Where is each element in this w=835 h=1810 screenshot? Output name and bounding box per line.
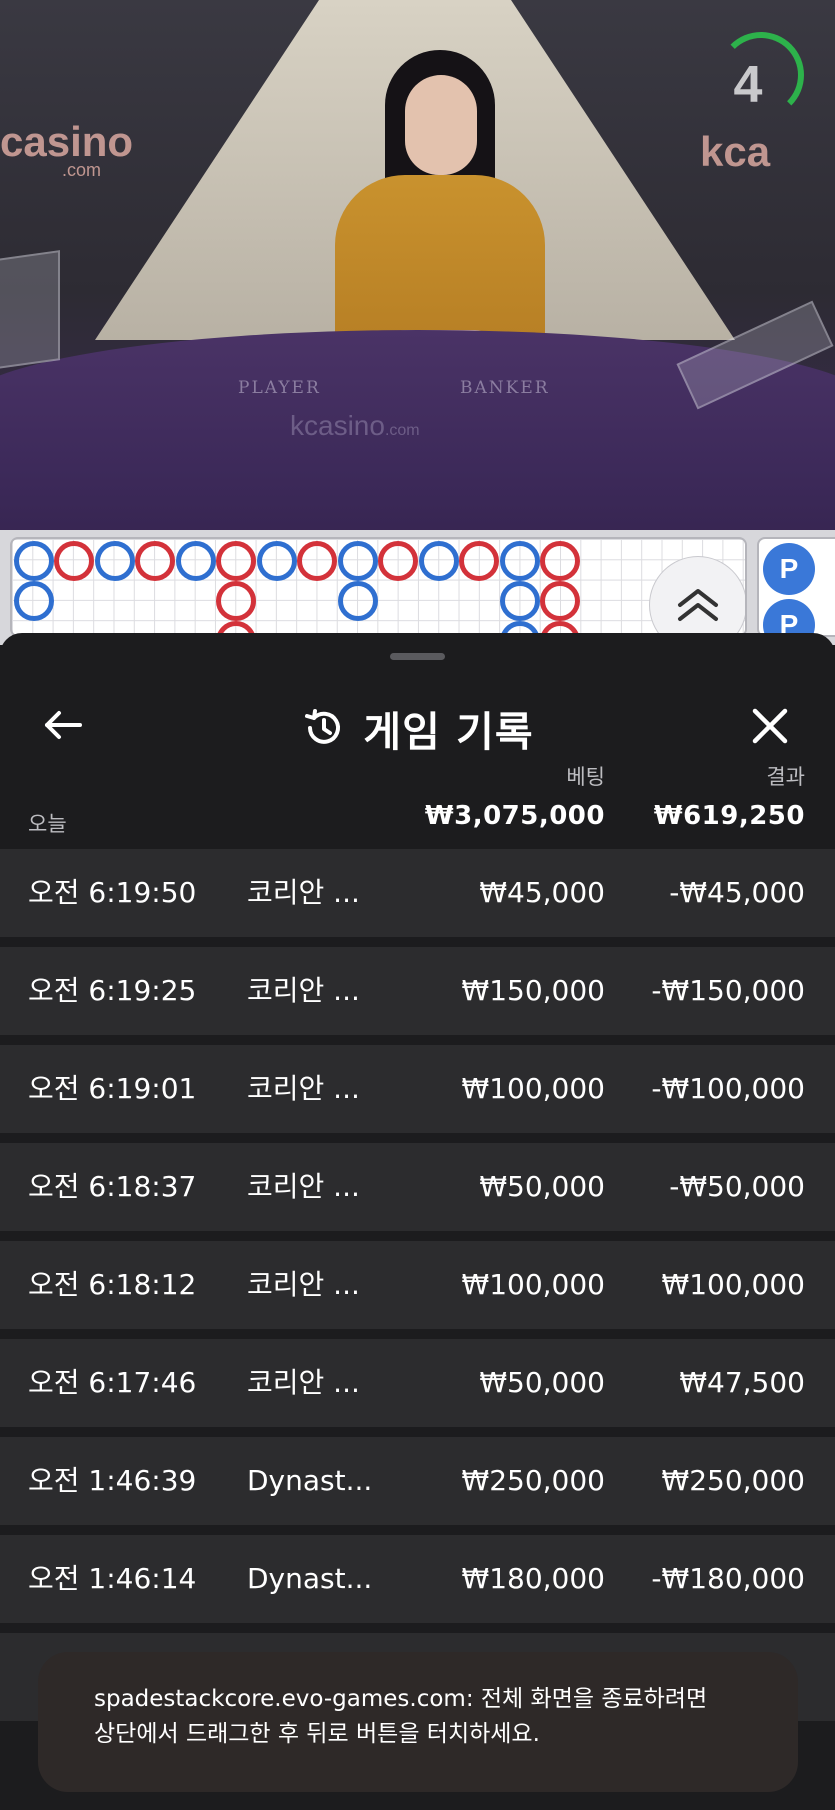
history-row[interactable]: 오전 6:19:01 코리안 ... ₩100,000 -₩100,000 <box>0 1045 835 1133</box>
road-bead-player <box>257 541 297 581</box>
result-column-header: 결과 <box>766 765 805 789</box>
game-history-sheet: 게임 기록 베팅 결과 오늘 ₩3,075,000 ₩619,250 오전 6:… <box>0 633 835 1810</box>
road-bead-player <box>176 541 216 581</box>
road-bead-player <box>14 541 54 581</box>
row-bet: ₩250,000 <box>461 1464 605 1497</box>
toast-line-1: spadestackcore.evo-games.com: 전체 화면을 종료하… <box>94 1686 708 1712</box>
road-bead-banker <box>378 541 418 581</box>
bead-player-chip: P <box>763 599 815 635</box>
row-result: -₩45,000 <box>669 876 805 909</box>
road-bead-player <box>14 581 54 621</box>
road-bead-banker <box>297 541 337 581</box>
screen: casino .com kca PLAYER BANKER kcasino.co… <box>0 0 835 1810</box>
table-brand-name: kcasino <box>290 410 385 441</box>
history-row[interactable]: 오전 6:17:46 코리안 ... ₩50,000 ₩47,500 <box>0 1339 835 1427</box>
row-game: 코리안 ... <box>247 876 360 909</box>
dealer <box>335 50 545 390</box>
history-row[interactable]: 오전 1:46:39 Dynast... ₩250,000 ₩250,000 <box>0 1437 835 1525</box>
fullscreen-exit-toast: spadestackcore.evo-games.com: 전체 화면을 종료하… <box>38 1652 798 1792</box>
title-group: 게임 기록 <box>0 678 835 778</box>
row-time: 오전 6:17:46 <box>28 1366 197 1399</box>
row-time: 오전 6:19:25 <box>28 974 197 1007</box>
close-button[interactable] <box>744 700 796 752</box>
bet-column-header: 베팅 <box>566 765 605 789</box>
row-time: 오전 6:18:37 <box>28 1170 197 1203</box>
row-result: ₩100,000 <box>661 1268 805 1301</box>
countdown-timer: 4 <box>733 56 763 114</box>
row-game: 코리안 ... <box>247 1072 360 1105</box>
expand-roadmap-button[interactable] <box>650 557 745 635</box>
total-bet: ₩3,075,000 <box>424 801 605 831</box>
road-bead-player <box>500 581 540 621</box>
road-bead-banker <box>54 541 94 581</box>
row-game: 코리안 ... <box>247 1268 360 1301</box>
row-bet: ₩45,000 <box>479 876 605 909</box>
row-result: ₩250,000 <box>661 1464 805 1497</box>
row-result: -₩150,000 <box>651 974 805 1007</box>
bead-player-chip: P <box>763 543 815 595</box>
row-time: 오전 6:19:01 <box>28 1072 197 1105</box>
history-row[interactable]: 오전 6:18:37 코리안 ... ₩50,000 -₩50,000 <box>0 1143 835 1231</box>
road-bead-banker <box>216 541 256 581</box>
row-time: 오전 6:18:12 <box>28 1268 197 1301</box>
row-time: 오전 6:19:50 <box>28 876 197 909</box>
road-bead-banker <box>216 581 256 621</box>
total-result: ₩619,250 <box>653 801 805 831</box>
row-game: 코리안 ... <box>247 1366 360 1399</box>
chevron-double-up-icon <box>678 589 718 621</box>
row-game: 코리안 ... <box>247 974 360 1007</box>
row-bet: ₩100,000 <box>461 1268 605 1301</box>
table-player-label: PLAYER <box>238 378 321 398</box>
row-result: -₩100,000 <box>651 1072 805 1105</box>
live-video-feed[interactable]: casino .com kca PLAYER BANKER kcasino.co… <box>0 0 835 530</box>
row-bet: ₩50,000 <box>479 1170 605 1203</box>
sheet-header: 게임 기록 <box>0 678 835 778</box>
row-result: -₩50,000 <box>669 1170 805 1203</box>
roadmap-bar: P P <box>0 530 835 645</box>
row-bet: ₩180,000 <box>461 1562 605 1595</box>
road-bead-banker <box>540 581 580 621</box>
row-game: 코리안 ... <box>247 1170 360 1203</box>
toast-line-2: 상단에서 드래그한 후 뒤로 버튼을 터치하세요. <box>94 1721 540 1747</box>
road-bead-player <box>95 541 135 581</box>
brand-logo-right: kca <box>700 128 771 175</box>
today-label: 오늘 <box>28 812 67 836</box>
arrow-left-icon <box>45 711 82 739</box>
road-bead-banker <box>135 541 175 581</box>
row-time: 오전 1:46:14 <box>28 1562 197 1595</box>
row-time: 오전 1:46:39 <box>28 1464 197 1497</box>
row-result: -₩180,000 <box>651 1562 805 1595</box>
history-row[interactable]: 오전 6:18:12 코리안 ... ₩100,000 ₩100,000 <box>0 1241 835 1329</box>
back-button[interactable] <box>38 700 88 750</box>
sheet-drag-handle[interactable] <box>390 653 445 660</box>
road-bead-player <box>500 541 540 581</box>
row-result: ₩47,500 <box>679 1366 805 1399</box>
road-bead-banker <box>540 541 580 581</box>
history-clock-icon <box>305 709 341 744</box>
row-game: Dynast... <box>247 1464 373 1497</box>
road-bead-player <box>419 541 459 581</box>
card-shoe-left <box>0 250 60 370</box>
brand-logo-left-sub: .com <box>62 160 102 180</box>
row-bet: ₩150,000 <box>461 974 605 1007</box>
row-bet: ₩100,000 <box>461 1072 605 1105</box>
history-row[interactable]: 오전 6:19:25 코리안 ... ₩150,000 -₩150,000 <box>0 947 835 1035</box>
big-road-panel[interactable] <box>10 537 747 637</box>
road-bead-player <box>338 581 378 621</box>
table-brand-sub: .com <box>384 422 420 439</box>
table-banker-label: BANKER <box>460 378 550 398</box>
history-row[interactable]: 오전 6:19:50 코리안 ... ₩45,000 -₩45,000 <box>0 849 835 937</box>
row-bet: ₩50,000 <box>479 1366 605 1399</box>
page-title: 게임 기록 <box>363 708 534 756</box>
bead-plate-panel[interactable]: P P <box>757 537 835 637</box>
row-game: Dynast... <box>247 1562 373 1595</box>
table-brand: kcasino.com <box>290 410 420 442</box>
close-icon <box>752 708 788 744</box>
history-row[interactable]: 오전 1:46:14 Dynast... ₩180,000 -₩180,000 <box>0 1535 835 1623</box>
road-bead-player <box>338 541 378 581</box>
brand-logo-left: casino <box>0 118 134 165</box>
road-bead-banker <box>459 541 499 581</box>
